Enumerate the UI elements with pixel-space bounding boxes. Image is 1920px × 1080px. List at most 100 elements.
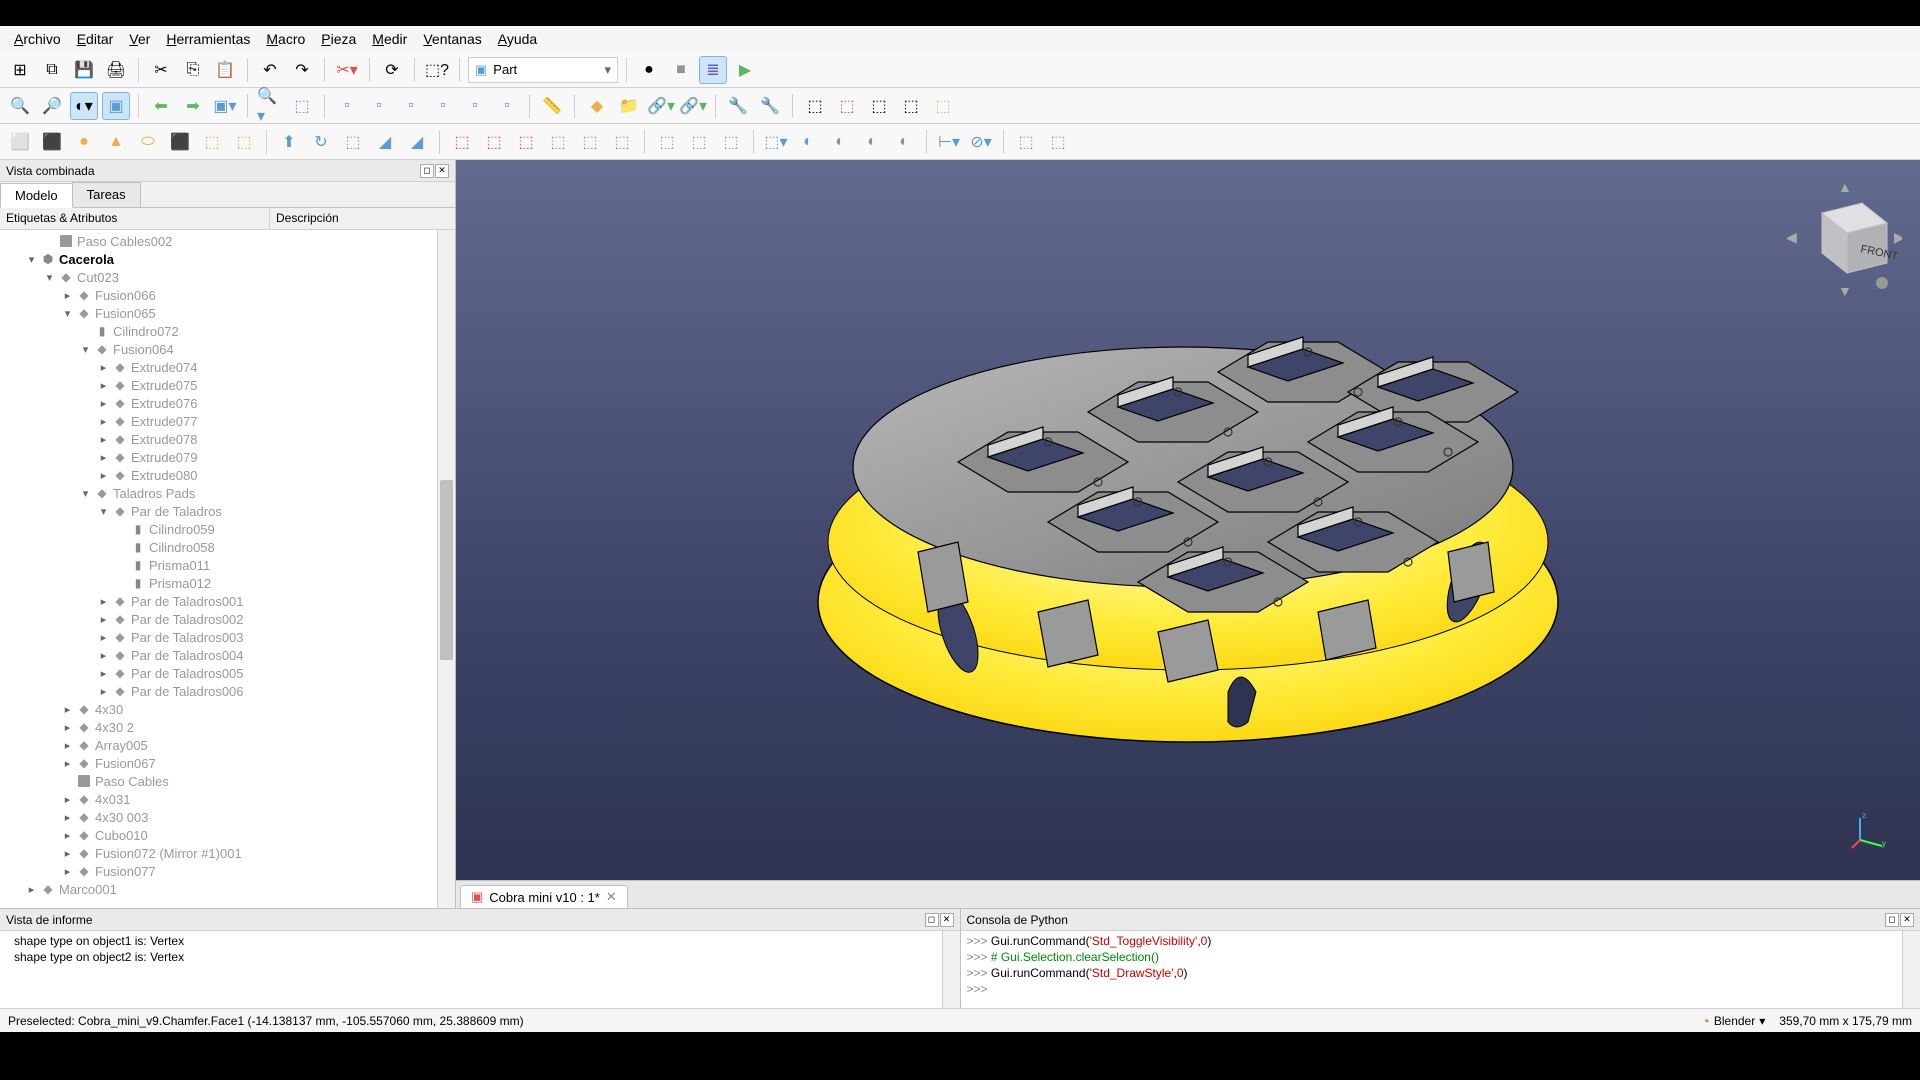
close-icon[interactable]: ✕ xyxy=(606,889,617,905)
tree-node[interactable]: ▸Par de Taladros002 xyxy=(0,610,455,628)
detach-icon[interactable]: ◻ xyxy=(1885,913,1899,927)
left-icon[interactable]: ▫ xyxy=(493,92,521,120)
cube-icon[interactable]: ⬜ xyxy=(6,128,34,156)
drawstyle-icon[interactable]: ◐▾ xyxy=(70,92,98,120)
measure-icon[interactable]: 📏 xyxy=(538,92,566,120)
m5-icon[interactable]: ⬚ xyxy=(865,92,893,120)
sweep-icon[interactable]: ⬚ xyxy=(512,128,540,156)
fuse-icon[interactable]: ◐ xyxy=(858,128,886,156)
m4-icon[interactable]: ⬚ xyxy=(833,92,861,120)
close-icon[interactable]: ✕ xyxy=(435,164,449,178)
tree-node[interactable]: ▸Extrude074 xyxy=(0,358,455,376)
cylinder-icon[interactable]: ⬛ xyxy=(38,128,66,156)
new-icon[interactable]: ⊞ xyxy=(6,56,34,84)
tree-node[interactable]: ▸Par de Taladros004 xyxy=(0,646,455,664)
proj-icon[interactable]: ⬚ xyxy=(653,128,681,156)
redo-icon[interactable]: ↷ xyxy=(288,56,316,84)
detach-icon[interactable]: ◻ xyxy=(925,913,939,927)
e3-icon[interactable]: ⬚ xyxy=(717,128,745,156)
prim-icon[interactable]: ⬚ xyxy=(198,128,226,156)
check-icon[interactable]: ⬚ xyxy=(1012,128,1040,156)
m2-icon[interactable]: 🔧 xyxy=(756,92,784,120)
bbox-icon[interactable]: ▣ xyxy=(102,92,130,120)
tree-node[interactable]: ▸Marco001 xyxy=(0,880,455,898)
menu-pieza[interactable]: Pieza xyxy=(313,28,364,50)
save-icon[interactable]: 💾 xyxy=(70,56,98,84)
tree-node[interactable]: ▸Par de Taladros003 xyxy=(0,628,455,646)
tree-node[interactable]: Paso Cables xyxy=(0,772,455,790)
tree-node[interactable]: ▾Taladros Pads xyxy=(0,484,455,502)
right-icon[interactable]: ▫ xyxy=(397,92,425,120)
m3-icon[interactable]: ⬚ xyxy=(801,92,829,120)
model-tree[interactable]: Paso Cables002▾Cacerola▾Cut023▸Fusion066… xyxy=(0,230,455,908)
tree-node[interactable]: ▾Fusion064 xyxy=(0,340,455,358)
cut2-icon[interactable]: ✂▾ xyxy=(333,56,361,84)
tree-node[interactable]: ▸Par de Taladros006 xyxy=(0,682,455,700)
tab-tasks[interactable]: Tareas xyxy=(72,182,141,207)
mirror-icon[interactable]: ⬚ xyxy=(339,128,367,156)
menu-archivo[interactable]: Archivo xyxy=(6,28,69,50)
iso-icon[interactable]: ⬚ xyxy=(288,92,316,120)
cut-icon[interactable]: ✂ xyxy=(147,56,175,84)
tree-node[interactable]: ▸Fusion066 xyxy=(0,286,455,304)
m7-icon[interactable]: ⬚ xyxy=(929,92,957,120)
chamfer-icon[interactable]: ◢ xyxy=(403,128,431,156)
tab-model[interactable]: Modelo xyxy=(0,183,73,208)
tree-node[interactable]: Paso Cables002 xyxy=(0,232,455,250)
navigation-cube[interactable]: FRONT ▲▼ ◀▶ xyxy=(1782,178,1902,298)
offset-icon[interactable]: ⬚ xyxy=(544,128,572,156)
m6-icon[interactable]: ⬚ xyxy=(897,92,925,120)
front-icon[interactable]: ▫ xyxy=(333,92,361,120)
tree-node[interactable]: ▸4x30 xyxy=(0,700,455,718)
tree-node[interactable]: ▾Cacerola xyxy=(0,250,455,268)
compound-icon[interactable]: ⬚▾ xyxy=(762,128,790,156)
stop-icon[interactable]: ■ xyxy=(667,56,695,84)
menu-ventanas[interactable]: Ventanas xyxy=(415,28,489,50)
tree-node[interactable]: ▸Extrude078 xyxy=(0,430,455,448)
tree-node[interactable]: ▸4x031 xyxy=(0,790,455,808)
tree-node[interactable]: ▸Par de Taladros005 xyxy=(0,664,455,682)
bottom-icon[interactable]: ▫ xyxy=(461,92,489,120)
revolve-icon[interactable]: ↻ xyxy=(307,128,335,156)
undo-icon[interactable]: ↶ xyxy=(256,56,284,84)
sphere-icon[interactable]: ● xyxy=(70,128,98,156)
cone-icon[interactable]: ▲ xyxy=(102,128,130,156)
refresh-icon[interactable]: ⟳ xyxy=(378,56,406,84)
menu-herramientas[interactable]: Herramientas xyxy=(158,28,258,50)
menu-medir[interactable]: Medir xyxy=(364,28,415,50)
loft-icon[interactable]: ⬚ xyxy=(480,128,508,156)
attach-icon[interactable]: ⬚ xyxy=(685,128,713,156)
tree-node[interactable]: ▾Fusion065 xyxy=(0,304,455,322)
tree-node[interactable]: Prisma011 xyxy=(0,556,455,574)
play-icon[interactable]: ▶ xyxy=(731,56,759,84)
link-icon[interactable]: 🔗▾ xyxy=(647,92,675,120)
close-icon[interactable]: ✕ xyxy=(1900,913,1914,927)
tree-node[interactable]: Cilindro058 xyxy=(0,538,455,556)
print-icon[interactable]: 🖨 xyxy=(102,56,130,84)
tree-node[interactable]: ▸Extrude075 xyxy=(0,376,455,394)
zoom-sel-icon[interactable]: 🔎 xyxy=(38,92,66,120)
3d-viewport[interactable]: FRONT ▲▼ ◀▶ z y xyxy=(456,160,1920,880)
tree-node[interactable]: ▸Array005 xyxy=(0,736,455,754)
join-icon[interactable]: ⊢▾ xyxy=(935,128,963,156)
ruled-icon[interactable]: ⬚ xyxy=(448,128,476,156)
tree-node[interactable]: ▸Fusion077 xyxy=(0,862,455,880)
whatsthis-icon[interactable]: ⬚? xyxy=(423,56,451,84)
close-icon[interactable]: ✕ xyxy=(940,913,954,927)
tube-icon[interactable]: ⬛ xyxy=(166,128,194,156)
nav-style[interactable]: Blender ▾ xyxy=(1701,1013,1765,1029)
m1-icon[interactable]: 🔧 xyxy=(724,92,752,120)
tree-node[interactable]: ▸4x30 2 xyxy=(0,718,455,736)
copy-icon[interactable]: ⎘ xyxy=(179,56,207,84)
tree-node[interactable]: ▸Fusion067 xyxy=(0,754,455,772)
tree-node[interactable]: ▸Extrude079 xyxy=(0,448,455,466)
builder-icon[interactable]: ⬚ xyxy=(230,128,258,156)
part-icon[interactable]: ◆ xyxy=(583,92,611,120)
doc-tab[interactable]: ▣ Cobra mini v10 : 1* ✕ xyxy=(460,885,628,908)
rear-icon[interactable]: ▫ xyxy=(429,92,457,120)
paste-icon[interactable]: 📋 xyxy=(211,56,239,84)
defeature-icon[interactable]: ⬚ xyxy=(1044,128,1072,156)
open-icon[interactable]: ⧉ xyxy=(38,56,66,84)
tree-node[interactable]: ▸Par de Taladros001 xyxy=(0,592,455,610)
detach-icon[interactable]: ◻ xyxy=(420,164,434,178)
